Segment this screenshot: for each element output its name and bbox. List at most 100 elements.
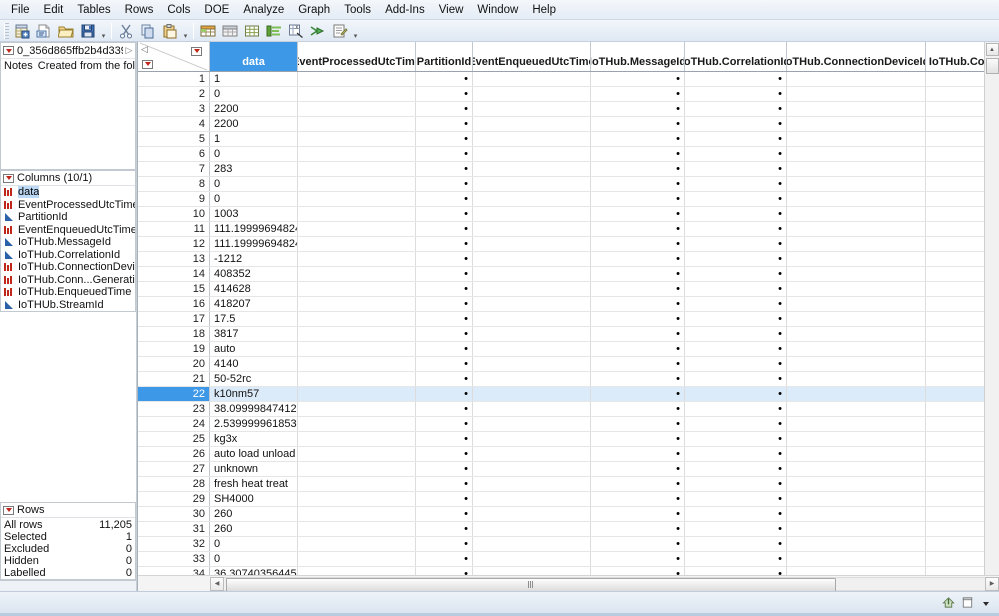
table-cell-iothub-connectiondeviceid[interactable] bbox=[787, 447, 926, 461]
table-cell-iothub-correlationid[interactable]: • bbox=[685, 282, 787, 296]
table-cell-eventprocessedutctime[interactable] bbox=[298, 447, 416, 461]
table-cell-partitionid[interactable]: • bbox=[416, 507, 473, 521]
table-row[interactable]: 21 50-52rc • • • bbox=[138, 372, 984, 387]
table-cell-data[interactable]: 50-52rc bbox=[210, 372, 298, 386]
table-cell-eventenqueuedutctime[interactable] bbox=[473, 537, 591, 551]
table-cell-iothub-messageid[interactable]: • bbox=[591, 552, 685, 566]
table-cell-iothub-connectiondeviceid[interactable] bbox=[787, 462, 926, 476]
row-number-cell[interactable]: 19 bbox=[138, 342, 210, 356]
grid-corner-cell[interactable]: ◁ bbox=[138, 42, 210, 71]
table-cell-partitionid[interactable]: • bbox=[416, 327, 473, 341]
table-cell-iothub-connectiondeviceid[interactable] bbox=[787, 147, 926, 161]
table-cell-partitionid[interactable]: • bbox=[416, 447, 473, 461]
table-expand-icon[interactable]: ▷ bbox=[123, 45, 135, 56]
toolbar-overflow-3[interactable] bbox=[351, 22, 360, 40]
open-folder-icon[interactable] bbox=[56, 21, 76, 41]
row-number-cell[interactable]: 9 bbox=[138, 192, 210, 206]
table-cell-iothub-conne[interactable] bbox=[926, 432, 984, 446]
table-cell-data[interactable]: 0 bbox=[210, 177, 298, 191]
table-cell-iothub-messageid[interactable]: • bbox=[591, 147, 685, 161]
table-cell-iothub-messageid[interactable]: • bbox=[591, 267, 685, 281]
table-cell-partitionid[interactable]: • bbox=[416, 147, 473, 161]
table-cell-iothub-connectiondeviceid[interactable] bbox=[787, 87, 926, 101]
table-cell-data[interactable]: 260 bbox=[210, 507, 298, 521]
table-cell-data[interactable]: 1 bbox=[210, 72, 298, 86]
table-cell-iothub-connectiondeviceid[interactable] bbox=[787, 417, 926, 431]
table-cell-iothub-conne[interactable] bbox=[926, 162, 984, 176]
table-cell-data[interactable]: 0 bbox=[210, 147, 298, 161]
table-cell-eventprocessedutctime[interactable] bbox=[298, 252, 416, 266]
columns-panel-header[interactable]: Columns (10/1) bbox=[1, 171, 135, 186]
table-cell-eventenqueuedutctime[interactable] bbox=[473, 87, 591, 101]
table-cell-iothub-messageid[interactable]: • bbox=[591, 237, 685, 251]
table-cell-iothub-correlationid[interactable]: • bbox=[685, 252, 787, 266]
row-number-cell[interactable]: 26 bbox=[138, 447, 210, 461]
table-cell-iothub-correlationid[interactable]: • bbox=[685, 192, 787, 206]
table-cell-iothub-messageid[interactable]: • bbox=[591, 537, 685, 551]
table-cell-partitionid[interactable]: • bbox=[416, 87, 473, 101]
table-cell-iothub-conne[interactable] bbox=[926, 417, 984, 431]
table-cell-iothub-conne[interactable] bbox=[926, 447, 984, 461]
column-item-eventprocessedutctime[interactable]: EventProcessedUtcTime bbox=[1, 199, 135, 212]
table-cell-data[interactable]: 1 bbox=[210, 132, 298, 146]
table-cell-iothub-messageid[interactable]: • bbox=[591, 72, 685, 86]
table-cell-iothub-messageid[interactable]: • bbox=[591, 342, 685, 356]
table-cell-iothub-messageid[interactable]: • bbox=[591, 162, 685, 176]
table-cell-data[interactable]: 111.199996948242 bbox=[210, 222, 298, 236]
menu-analyze[interactable]: Analyze bbox=[236, 2, 291, 18]
table-cell-eventenqueuedutctime[interactable] bbox=[473, 402, 591, 416]
column-item-eventenqueuedutctime[interactable]: EventEnqueuedUtcTime bbox=[1, 224, 135, 237]
table-cell-iothub-conne[interactable] bbox=[926, 357, 984, 371]
row-number-cell[interactable]: 28 bbox=[138, 477, 210, 491]
table-cell-iothub-correlationid[interactable]: • bbox=[685, 267, 787, 281]
table-cell-partitionid[interactable]: • bbox=[416, 237, 473, 251]
table-cell-eventenqueuedutctime[interactable] bbox=[473, 282, 591, 296]
table-cell-iothub-correlationid[interactable]: • bbox=[685, 567, 787, 575]
table-cell-eventenqueuedutctime[interactable] bbox=[473, 237, 591, 251]
table-red-triangle-icon[interactable] bbox=[3, 46, 14, 55]
table-cell-iothub-correlationid[interactable]: • bbox=[685, 147, 787, 161]
table-cell-iothub-messageid[interactable]: • bbox=[591, 192, 685, 206]
table-cell-iothub-conne[interactable] bbox=[926, 312, 984, 326]
table-cell-iothub-connectiondeviceid[interactable] bbox=[787, 252, 926, 266]
new-script-icon[interactable] bbox=[34, 21, 54, 41]
row-number-cell[interactable]: 27 bbox=[138, 462, 210, 476]
row-number-cell[interactable]: 32 bbox=[138, 537, 210, 551]
table-cell-eventenqueuedutctime[interactable] bbox=[473, 312, 591, 326]
row-number-cell[interactable]: 34 bbox=[138, 567, 210, 575]
rows-panel-header[interactable]: Rows bbox=[1, 503, 135, 518]
table-cell-iothub-conne[interactable] bbox=[926, 492, 984, 506]
table-cell-iothub-conne[interactable] bbox=[926, 477, 984, 491]
row-number-cell[interactable]: 14 bbox=[138, 267, 210, 281]
stack-columns-icon[interactable] bbox=[264, 21, 284, 41]
table-cell-iothub-messageid[interactable]: • bbox=[591, 372, 685, 386]
table-cell-iothub-correlationid[interactable]: • bbox=[685, 507, 787, 521]
row-number-cell[interactable]: 29 bbox=[138, 492, 210, 506]
table-cell-iothub-conne[interactable] bbox=[926, 297, 984, 311]
table-cell-iothub-messageid[interactable]: • bbox=[591, 447, 685, 461]
column-header-eventprocessedutctime[interactable]: EventProcessedUtcTime bbox=[298, 42, 416, 71]
table-cell-eventprocessedutctime[interactable] bbox=[298, 297, 416, 311]
table-row[interactable]: 1 1 • • • bbox=[138, 72, 984, 87]
table-cell-data[interactable]: 0 bbox=[210, 537, 298, 551]
table-cell-data[interactable]: 418207 bbox=[210, 297, 298, 311]
row-number-cell[interactable]: 5 bbox=[138, 132, 210, 146]
table-cell-eventprocessedutctime[interactable] bbox=[298, 432, 416, 446]
table-cell-partitionid[interactable]: • bbox=[416, 192, 473, 206]
table-row[interactable]: 8 0 • • • bbox=[138, 177, 984, 192]
table-row[interactable]: 3436.3074035644531••• bbox=[138, 567, 984, 575]
table-cell-data[interactable]: 414628 bbox=[210, 282, 298, 296]
table-cell-iothub-connectiondeviceid[interactable] bbox=[787, 342, 926, 356]
scroll-up-button[interactable]: ▲ bbox=[985, 43, 999, 56]
menu-file[interactable]: File bbox=[4, 2, 37, 18]
menu-window[interactable]: Window bbox=[470, 2, 525, 18]
table-cell-iothub-connectiondeviceid[interactable] bbox=[787, 222, 926, 236]
table-cell-iothub-conne[interactable] bbox=[926, 177, 984, 191]
table-cell-iothub-messageid[interactable]: • bbox=[591, 282, 685, 296]
table-cell-iothub-messageid[interactable]: • bbox=[591, 492, 685, 506]
table-cell-iothub-connectiondeviceid[interactable] bbox=[787, 522, 926, 536]
table-cell-iothub-connectiondeviceid[interactable] bbox=[787, 402, 926, 416]
table-cell-eventprocessedutctime[interactable] bbox=[298, 177, 416, 191]
table-cell-data[interactable]: auto bbox=[210, 342, 298, 356]
row-number-cell[interactable]: 31 bbox=[138, 522, 210, 536]
